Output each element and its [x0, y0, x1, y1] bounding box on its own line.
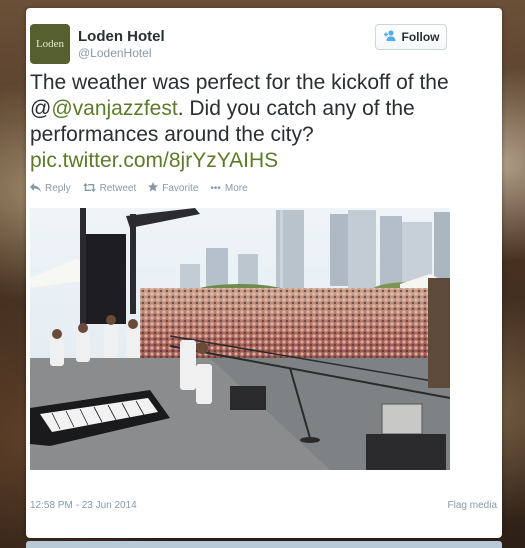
account-handle[interactable]: @LodenHotel	[78, 46, 152, 60]
retweet-icon	[82, 182, 96, 195]
more-action[interactable]: ••• More	[210, 183, 247, 194]
tweet-timestamp[interactable]: 12:58 PM - 23 Jun 2014	[30, 500, 137, 511]
reply-label: Reply	[45, 183, 71, 194]
account-name[interactable]: Loden Hotel	[78, 28, 165, 45]
flag-media-link[interactable]: Flag media	[448, 500, 497, 511]
follow-button[interactable]: Follow	[375, 24, 447, 50]
more-dots-icon: •••	[210, 183, 221, 194]
tweet-text: The weather was perfect for the kickoff …	[30, 70, 460, 174]
follow-label: Follow	[401, 30, 440, 44]
favorite-label: Favorite	[162, 183, 199, 194]
media-link[interactable]: pic.twitter.com/8jrYzYAIHS	[30, 149, 278, 172]
next-card-edge	[26, 541, 502, 548]
retweet-action[interactable]: Retweet	[82, 182, 137, 195]
avatar[interactable]: Loden	[30, 24, 70, 64]
reply-action[interactable]: Reply	[30, 182, 71, 195]
avatar-logo-text: Loden	[35, 38, 65, 50]
more-label: More	[224, 183, 248, 194]
tweet-actions: Reply Retweet Favorite ••• More	[30, 182, 248, 195]
reply-icon	[30, 182, 41, 195]
follow-user-icon	[383, 30, 397, 44]
favorite-action[interactable]: Favorite	[148, 182, 198, 195]
concert-photo-image	[30, 208, 450, 470]
star-icon	[148, 182, 159, 195]
retweet-label: Retweet	[99, 183, 137, 194]
mention-link[interactable]: @vanjazzfest	[51, 97, 177, 120]
tweet-photo[interactable]	[30, 208, 450, 470]
